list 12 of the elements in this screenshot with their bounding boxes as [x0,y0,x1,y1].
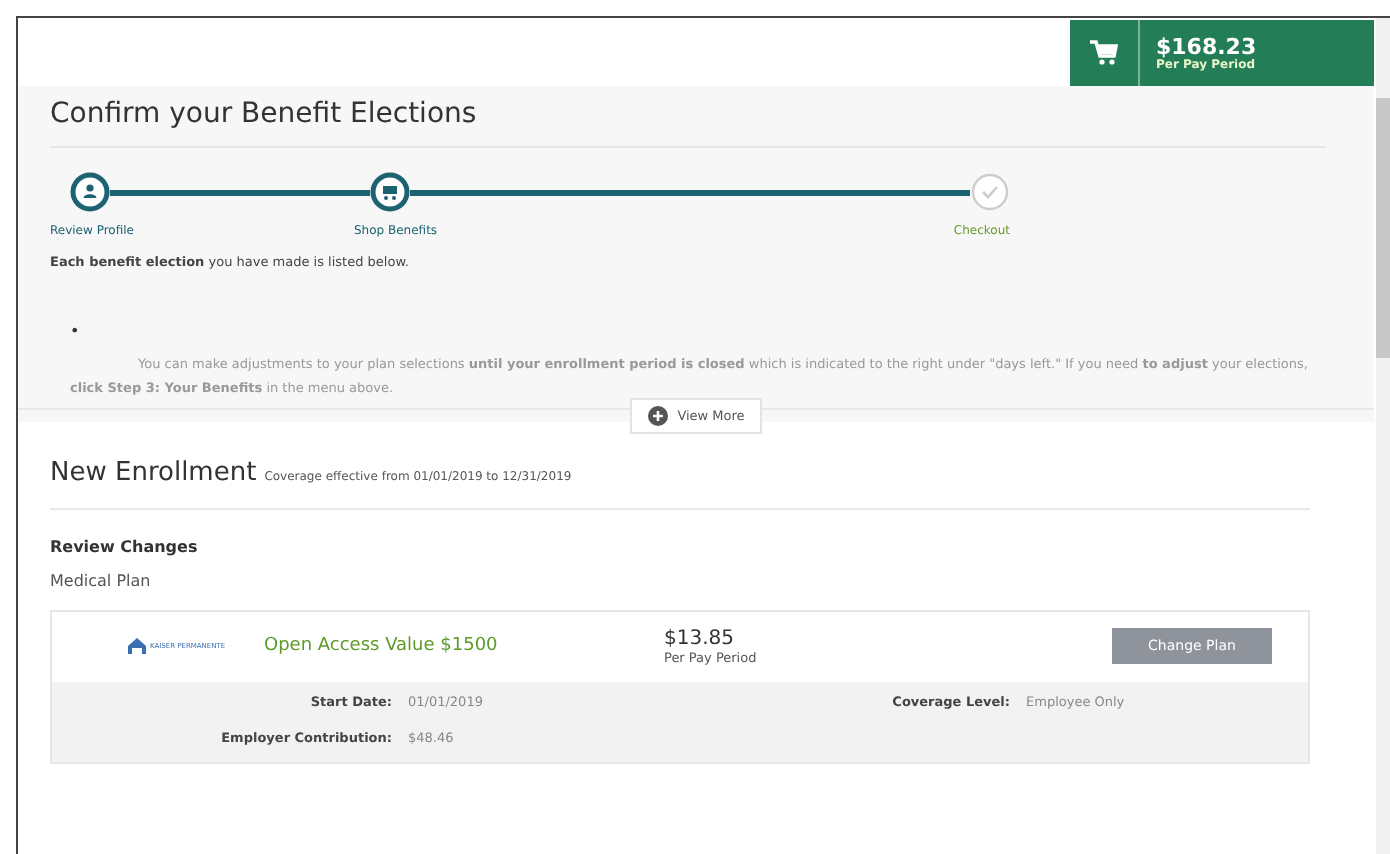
carrier-logo-icon [128,638,146,655]
scrollbar-thumb[interactable] [1376,98,1390,358]
cart-icon [1090,40,1118,66]
plan-price: $13.85 [664,627,736,650]
cart-total: $168.23 [1156,35,1257,57]
page-title: Confirm your Benefit Elections [50,86,1326,148]
review-heading: Review Changes [50,537,200,556]
plan-name: Open Access Value $1500 [264,636,500,657]
plan-type: Medical Plan [50,571,153,590]
plus-icon [647,405,668,426]
bullet: • [70,322,82,340]
section-heading: New Enrollment [50,457,257,488]
